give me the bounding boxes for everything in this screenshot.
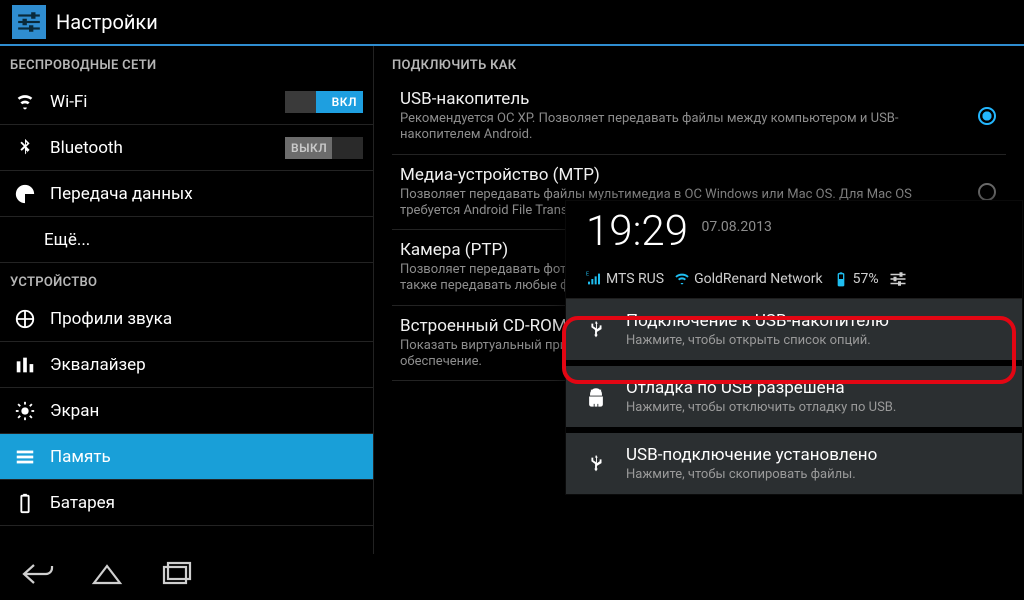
sidebar-item-label: Память xyxy=(50,447,363,467)
sidebar-item-data-usage[interactable]: Передача данных xyxy=(0,171,373,217)
svg-text:E: E xyxy=(586,272,589,278)
carrier-name: MTS RUS xyxy=(606,271,664,287)
option-subtitle: Рекомендуется ОС XP. Позволяет передават… xyxy=(400,111,934,144)
sidebar-item-label: Батарея xyxy=(50,493,363,513)
notification-shade[interactable]: 19:29 07.08.2013 E MTS RUS GoldRenard Ne… xyxy=(565,200,1023,495)
bluetooth-toggle[interactable]: ВЫКЛ xyxy=(285,137,363,159)
data-usage-icon xyxy=(14,183,36,205)
sidebar-item-label: Передача данных xyxy=(50,184,363,204)
signal-icon: E xyxy=(586,271,602,287)
wifi-name: GoldRenard Network xyxy=(694,271,823,287)
battery-icon xyxy=(14,492,36,514)
radio-selected-icon[interactable] xyxy=(978,107,996,125)
battery-status-icon xyxy=(833,271,849,287)
system-navbar xyxy=(0,554,1024,598)
equalizer-icon xyxy=(14,354,36,376)
display-icon xyxy=(14,400,36,422)
section-header-wireless: БЕСПРОВОДНЫЕ СЕТИ xyxy=(0,46,373,79)
settings-sidebar: БЕСПРОВОДНЫЕ СЕТИ Wi-Fi ВКЛ Bluetooth ВЫ… xyxy=(0,46,374,554)
sidebar-item-equalizer[interactable]: Эквалайзер xyxy=(0,342,373,388)
sidebar-item-label: Экран xyxy=(50,401,363,421)
notification-usb-connected[interactable]: USB-подключение установлено Нажмите, что… xyxy=(566,433,1022,494)
sound-icon xyxy=(14,308,36,330)
option-title: USB-накопитель xyxy=(400,89,934,109)
sidebar-item-label: Wi-Fi xyxy=(50,92,271,112)
page-title: Настройки xyxy=(56,10,158,34)
notification-subtitle: Нажмите, чтобы скопировать файлы. xyxy=(626,467,877,482)
notification-title: USB-подключение установлено xyxy=(626,445,877,465)
sidebar-item-battery[interactable]: Батарея xyxy=(0,480,373,526)
sidebar-item-label: Профили звука xyxy=(50,309,363,329)
notification-subtitle: Нажмите, чтобы открыть список опций. xyxy=(626,333,889,348)
sidebar-item-label: Эквалайзер xyxy=(50,355,363,375)
settings-app-icon xyxy=(12,5,46,39)
sidebar-item-storage[interactable]: Память xyxy=(0,434,373,480)
status-battery: 57% xyxy=(833,271,879,287)
titlebar: Настройки xyxy=(0,0,1024,46)
sidebar-item-label: Ещё... xyxy=(44,230,363,250)
sliders-icon xyxy=(889,270,907,288)
sidebar-item-sound-profiles[interactable]: Профили звука xyxy=(0,296,373,342)
section-header-device: УСТРОЙСТВО xyxy=(0,263,373,296)
usb-icon xyxy=(580,311,612,348)
bluetooth-icon xyxy=(14,137,36,159)
notification-subtitle: Нажмите, чтобы отключить отладку по USB. xyxy=(626,400,896,415)
android-icon xyxy=(580,378,612,415)
wifi-icon xyxy=(14,91,36,113)
sidebar-item-label: Bluetooth xyxy=(50,138,271,158)
usb-icon xyxy=(580,445,612,482)
shade-status-row: E MTS RUS GoldRenard Network 57% xyxy=(566,266,1022,299)
sidebar-item-bluetooth[interactable]: Bluetooth ВЫКЛ xyxy=(0,125,373,171)
wifi-toggle[interactable]: ВКЛ xyxy=(285,91,363,113)
content-header: ПОДКЛЮЧИТЬ КАК xyxy=(386,46,1012,79)
option-usb-mass-storage[interactable]: USB-накопитель Рекомендуется ОС XP. Позв… xyxy=(392,79,1006,155)
notification-adb[interactable]: Отладка по USB разрешена Нажмите, чтобы … xyxy=(566,366,1022,427)
nav-back-button[interactable] xyxy=(20,561,54,591)
option-title: Медиа-устройство (MTP) xyxy=(400,165,934,185)
nav-home-button[interactable] xyxy=(90,561,124,591)
shade-header: 19:29 07.08.2013 xyxy=(566,201,1022,266)
notification-title: Отладка по USB разрешена xyxy=(626,378,896,398)
radio-icon[interactable] xyxy=(978,183,996,201)
nav-recents-button[interactable] xyxy=(160,561,194,591)
notification-usb-storage[interactable]: Подключение к USB-накопителю Нажмите, чт… xyxy=(566,299,1022,360)
shade-date: 07.08.2013 xyxy=(702,219,772,235)
status-wifi: GoldRenard Network xyxy=(674,271,823,287)
quick-settings-button[interactable] xyxy=(889,270,907,288)
battery-percent: 57% xyxy=(853,271,879,287)
status-cellular: E MTS RUS xyxy=(586,271,664,287)
shade-time: 19:29 xyxy=(586,207,688,256)
wifi-status-icon xyxy=(674,271,690,287)
sidebar-item-display[interactable]: Экран xyxy=(0,388,373,434)
storage-icon xyxy=(14,446,36,468)
sidebar-item-wifi[interactable]: Wi-Fi ВКЛ xyxy=(0,79,373,125)
notification-title: Подключение к USB-накопителю xyxy=(626,311,889,331)
sidebar-item-more[interactable]: Ещё... xyxy=(0,217,373,263)
